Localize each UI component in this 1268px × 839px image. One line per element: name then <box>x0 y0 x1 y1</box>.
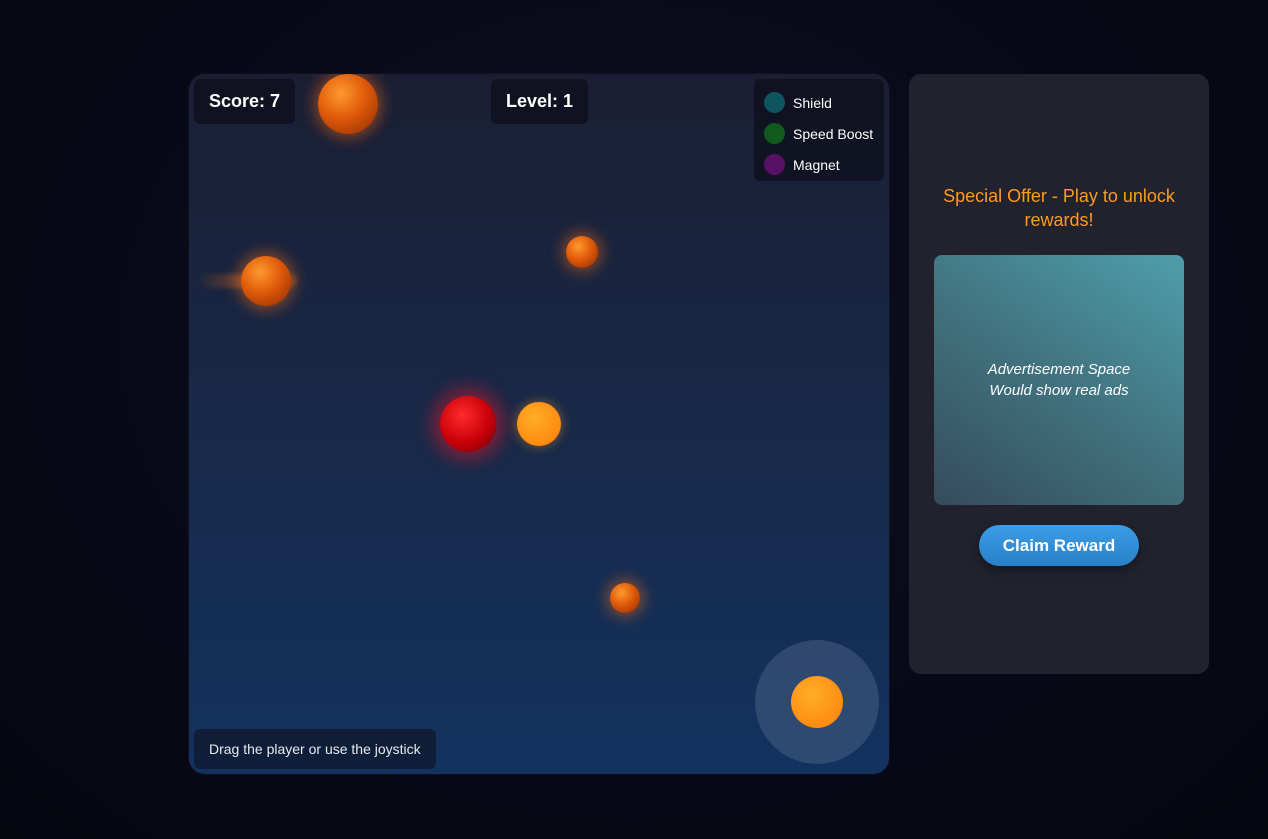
score-display: Score: 7 <box>194 79 296 124</box>
powerup-label: Magnet <box>793 156 840 173</box>
collectible-orb <box>517 402 561 446</box>
ad-line-2: Would show real ads <box>989 382 1129 399</box>
powerup-label: Speed Boost <box>793 125 874 142</box>
powerup-legend: Shield Speed Boost Magnet <box>754 79 884 181</box>
enemy-orb <box>610 583 640 613</box>
claim-reward-button[interactable]: Claim Reward <box>979 525 1139 566</box>
powerup-shield: Shield <box>754 87 884 118</box>
joystick[interactable] <box>755 640 879 764</box>
magnet-icon <box>764 154 785 175</box>
player-ball[interactable] <box>440 396 496 452</box>
powerup-magnet: Magnet <box>754 149 884 180</box>
controls-hint: Drag the player or use the joystick <box>194 729 436 769</box>
level-text: Level: 1 <box>506 91 574 111</box>
advertisement-box[interactable]: Advertisement Space Would show real ads <box>934 255 1184 505</box>
speed-boost-icon <box>764 123 785 144</box>
ad-line-1: Advertisement Space <box>987 361 1131 378</box>
enemy-orb <box>566 236 598 268</box>
shield-icon <box>764 92 785 113</box>
powerup-label: Shield <box>793 94 832 111</box>
enemy-orb <box>318 74 378 134</box>
enemy-orb <box>241 256 291 306</box>
hint-text: Drag the player or use the joystick <box>209 741 421 757</box>
special-offer-text: Special Offer - Play to unlock rewards! <box>943 186 1175 230</box>
level-display: Level: 1 <box>491 79 589 124</box>
reward-sidebar: Special Offer - Play to unlock rewards! … <box>909 74 1209 674</box>
score-text: Score: 7 <box>209 91 281 111</box>
game-canvas[interactable]: Score: 7 Level: 1 Shield Speed Boost Mag… <box>189 74 889 774</box>
joystick-knob[interactable] <box>791 676 843 728</box>
powerup-speed-boost: Speed Boost <box>754 118 884 149</box>
